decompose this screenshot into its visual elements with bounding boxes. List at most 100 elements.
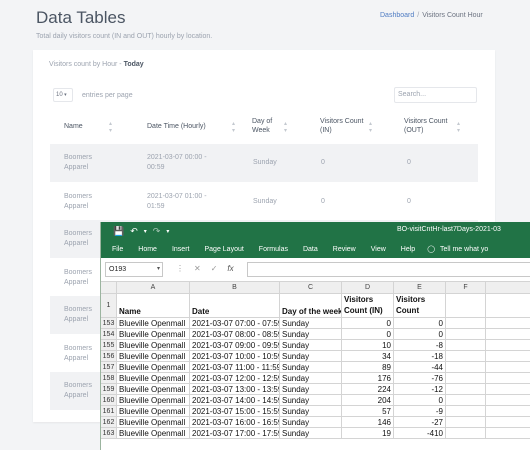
sort-icon[interactable]: ▴ ▾: [369, 120, 372, 134]
cell-date: 2021-03-07 10:00 - 10:59: [190, 351, 280, 362]
tab-formulas[interactable]: Formulas: [259, 246, 288, 253]
header-visitors-in[interactable]: Visitors Count (IN): [320, 117, 363, 135]
card-title-prefix: Visitors count by Hour -: [49, 61, 124, 68]
cell-out: -9: [394, 406, 446, 417]
tab-insert[interactable]: Insert: [172, 246, 190, 253]
tab-data[interactable]: Data: [303, 246, 318, 253]
sort-icon[interactable]: ▴ ▾: [284, 120, 287, 134]
formula-input[interactable]: [247, 262, 530, 277]
cell-g1[interactable]: [486, 294, 530, 318]
header-name[interactable]: Name: [64, 122, 83, 131]
tab-help[interactable]: Help: [401, 246, 415, 253]
chevron-down-icon[interactable]: ▾: [157, 263, 160, 276]
header-datetime[interactable]: Date Time (Hourly): [147, 122, 206, 131]
cell-f1[interactable]: [446, 294, 486, 318]
cell-empty: [486, 362, 530, 373]
column-header-e[interactable]: E: [394, 282, 446, 294]
cell-date: 2021-03-07 14:00 - 14:59: [190, 395, 280, 406]
excel-ribbon-tabs: File Home Insert Page Layout Formulas Da…: [101, 240, 530, 258]
cell-name: Boomers Apparel: [64, 230, 93, 247]
cell-empty: [446, 351, 486, 362]
cell-day: Sunday: [280, 318, 342, 329]
formula-bar: O193 ▾ ⋮ ✕ ✓ fx: [101, 258, 530, 282]
column-header-c[interactable]: C: [280, 282, 342, 294]
card-title-today: Today: [123, 61, 144, 68]
column-header-a[interactable]: A: [117, 282, 190, 294]
row-number: 160: [101, 395, 117, 406]
cell-day: Sunday: [280, 395, 342, 406]
cell-day: Sunday: [253, 159, 277, 166]
cancel-icon[interactable]: ✕: [194, 264, 201, 273]
header-cell-day[interactable]: Day of the week: [280, 294, 342, 318]
tab-view[interactable]: View: [371, 246, 386, 253]
header-day-of-week[interactable]: Day of Week: [252, 117, 272, 135]
sort-icon[interactable]: ▴ ▾: [232, 120, 235, 134]
cell-out: -44: [394, 362, 446, 373]
cell-empty: [446, 318, 486, 329]
row-number: 157: [101, 362, 117, 373]
cell-empty: [486, 395, 530, 406]
cell-day: Sunday: [253, 198, 277, 205]
row-number: 154: [101, 329, 117, 340]
cell-day: Sunday: [280, 329, 342, 340]
row-number: 156: [101, 351, 117, 362]
cell-date: 2021-03-07 17:00 - 17:59: [190, 428, 280, 439]
row-number: 162: [101, 417, 117, 428]
chevron-down-icon[interactable]: ▾: [144, 228, 147, 235]
tab-home[interactable]: Home: [138, 246, 157, 253]
tell-me-search[interactable]: Tell me what yo: [440, 246, 488, 253]
entries-label: entries per page: [82, 91, 133, 99]
cell-out: -27: [394, 417, 446, 428]
header-visitors-out[interactable]: Visitors Count (OUT): [404, 117, 447, 135]
search-input[interactable]: Search...: [394, 87, 477, 103]
cell-empty: [486, 428, 530, 439]
sort-icon[interactable]: ▴ ▾: [457, 120, 460, 134]
cell-name: Blueville Openmall: [117, 362, 190, 373]
cell-in: 224: [342, 384, 394, 395]
header-cell-date[interactable]: Date: [190, 294, 280, 318]
column-header-d[interactable]: D: [342, 282, 394, 294]
column-header-f[interactable]: F: [446, 282, 486, 294]
name-box[interactable]: O193 ▾: [105, 262, 163, 277]
save-icon[interactable]: 💾: [113, 226, 124, 237]
table-row[interactable]: Boomers Apparel 2021-03-07 01:00 -01:59 S…: [50, 182, 478, 220]
cell-empty: [446, 340, 486, 351]
entries-value: 10: [56, 92, 63, 98]
cell-name: Blueville Openmall: [117, 329, 190, 340]
undo-icon[interactable]: ↶: [130, 226, 138, 237]
cell-name: Boomers Apparel: [64, 154, 93, 171]
customize-toolbar-icon[interactable]: ▾: [166, 228, 169, 235]
breadcrumb-dashboard-link[interactable]: Dashboard: [380, 12, 414, 19]
column-header-blank: [486, 282, 530, 294]
tab-file[interactable]: File: [112, 246, 123, 253]
tab-review[interactable]: Review: [333, 246, 356, 253]
header-cell-name[interactable]: Name: [117, 294, 190, 318]
table-row[interactable]: Boomers Apparel 2021-03-07 00:00 -00:59 S…: [50, 144, 478, 182]
cell-date: 2021-03-07 08:00 - 08:59: [190, 329, 280, 340]
select-all-corner[interactable]: [101, 282, 117, 294]
function-icon[interactable]: fx: [227, 264, 233, 273]
cell-name: Blueville Openmall: [117, 340, 190, 351]
column-header-b[interactable]: B: [190, 282, 280, 294]
cell-out: 0: [394, 329, 446, 340]
quick-access-toolbar: 💾 ↶ ▾ ↷ ▾: [101, 226, 169, 237]
cell-name: Blueville Openmall: [117, 351, 190, 362]
redo-icon[interactable]: ↷: [153, 226, 161, 237]
enter-icon[interactable]: ✓: [211, 264, 218, 273]
header-cell-out[interactable]: Visitors Count (OUT): [394, 294, 446, 318]
cell-date: 2021-03-07 13:00 - 13:59: [190, 384, 280, 395]
cell-name: Blueville Openmall: [117, 318, 190, 329]
entries-per-page-select[interactable]: 10 ▾: [53, 88, 73, 102]
header-cell-in[interactable]: Visitors Count (IN): [342, 294, 394, 318]
cell-date: 2021-03-07 11:00 - 11:59: [190, 362, 280, 373]
cell-day: Sunday: [280, 417, 342, 428]
breadcrumb-current: Visitors Count Hour: [422, 12, 483, 19]
cell-name: Boomers Apparel: [64, 382, 93, 399]
more-icon: ⋮: [176, 264, 184, 273]
tab-page-layout[interactable]: Page Layout: [204, 246, 243, 253]
row-number[interactable]: 1: [101, 294, 117, 318]
cell-empty: [446, 362, 486, 373]
sort-icon[interactable]: ▴ ▾: [109, 120, 112, 134]
cell-date: 2021-03-07 07:00 - 07:59: [190, 318, 280, 329]
row-number: 158: [101, 373, 117, 384]
